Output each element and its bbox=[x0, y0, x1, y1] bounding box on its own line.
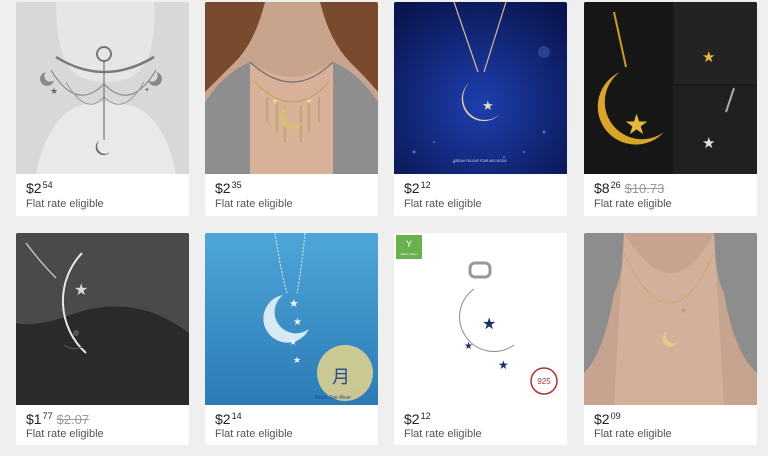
price-dollars: $2 bbox=[594, 411, 610, 427]
svg-text:★: ★ bbox=[498, 358, 509, 372]
stamp-925: 925 bbox=[537, 377, 551, 386]
product-card-1[interactable]: ★ ✦ $254 Flat rate eligible bbox=[16, 2, 189, 216]
price: $235 bbox=[215, 180, 242, 200]
product-card-5[interactable]: ★ $177 $2.07 Flat rate eligible bbox=[16, 233, 189, 445]
price-dollars: $2 bbox=[26, 180, 42, 196]
shipping-label: Flat rate eligible bbox=[404, 428, 482, 440]
price-cents: 09 bbox=[610, 411, 621, 421]
shipping-label: Flat rate eligible bbox=[594, 428, 672, 440]
svg-text:★: ★ bbox=[624, 109, 649, 140]
price-cents: 12 bbox=[420, 411, 431, 421]
shipping-label: Flat rate eligible bbox=[404, 198, 482, 210]
price-cents: 14 bbox=[231, 411, 242, 421]
svg-text:☾: ☾ bbox=[261, 90, 267, 98]
svg-text:★: ★ bbox=[271, 96, 279, 106]
svg-text:★: ★ bbox=[289, 337, 297, 347]
price-dollars: $2 bbox=[404, 411, 420, 427]
silver-charm-badge: Silver Charm bbox=[400, 252, 418, 256]
product-card-2[interactable]: ★ ★ ☾ $235 Flat rate eligible bbox=[205, 2, 378, 216]
price-dollars: $2 bbox=[215, 180, 231, 196]
choker-moon-necklace-image[interactable]: ★ ✦ bbox=[16, 2, 189, 174]
svg-text:★: ★ bbox=[50, 86, 58, 96]
svg-text:★: ★ bbox=[464, 341, 473, 352]
product-card-3[interactable]: ★ DREAM FALLING STAR AND MOON $212 Flat … bbox=[394, 2, 567, 216]
original-price: $2.07 bbox=[56, 412, 90, 427]
price: $212 bbox=[404, 180, 431, 200]
product-card-7[interactable]: Y Silver Charm ★ ★ ★ 925 $212 Flat rate … bbox=[394, 233, 567, 445]
svg-text:★: ★ bbox=[74, 282, 88, 299]
shipping-label: Flat rate eligible bbox=[215, 198, 293, 210]
price-cents: 77 bbox=[42, 411, 53, 421]
original-price: $10.73 bbox=[624, 181, 665, 196]
svg-text:✦: ✦ bbox=[144, 86, 150, 94]
product-card-4[interactable]: ★ ★ ★ $826 $10.73 Flat rate eligible bbox=[584, 2, 757, 216]
star-moon-tassel-necklace-image[interactable]: ★ ★ ☾ bbox=[205, 2, 378, 174]
svg-text:★: ★ bbox=[293, 355, 301, 365]
price-dollars: $8 bbox=[594, 180, 610, 196]
svg-text:Y: Y bbox=[406, 239, 412, 249]
price-cents: 12 bbox=[420, 180, 431, 190]
shipping-label: Flat rate eligible bbox=[26, 428, 104, 440]
svg-text:★: ★ bbox=[482, 98, 494, 113]
svg-text:★: ★ bbox=[680, 306, 687, 315]
price-cents: 35 bbox=[231, 180, 242, 190]
svg-text:★: ★ bbox=[702, 49, 715, 66]
price-cents: 54 bbox=[42, 180, 53, 190]
price-cents: 26 bbox=[610, 180, 621, 190]
moon-stars-necklace-blue-image[interactable]: ★ ★ ★ ★ 月 Moon Star River bbox=[205, 233, 378, 405]
shipping-label: Flat rate eligible bbox=[215, 428, 293, 440]
svg-text:★: ★ bbox=[482, 316, 496, 333]
silver-moon-face-necklace-image[interactable]: ★ bbox=[16, 233, 189, 405]
dainty-moon-star-necklace-image[interactable]: ★ bbox=[584, 233, 757, 405]
crescent-moon-pendant-blue-image[interactable]: ★ DREAM FALLING STAR AND MOON bbox=[394, 2, 567, 174]
shipping-label: Flat rate eligible bbox=[26, 198, 104, 210]
shipping-label: Flat rate eligible bbox=[594, 198, 672, 210]
svg-text:★: ★ bbox=[305, 96, 313, 106]
price-dollars: $2 bbox=[404, 180, 420, 196]
svg-text:★: ★ bbox=[289, 298, 299, 310]
price: $254 bbox=[26, 180, 53, 200]
gold-crescent-star-pendant-image[interactable]: ★ ★ ★ bbox=[584, 2, 757, 174]
pendant-caption: DREAM FALLING STAR AND MOON bbox=[454, 159, 508, 163]
price-dollars: $2 bbox=[215, 411, 231, 427]
price: $826 $10.73 bbox=[594, 180, 664, 200]
product-card-8[interactable]: ★ $209 Flat rate eligible bbox=[584, 233, 757, 445]
product-card-6[interactable]: ★ ★ ★ ★ 月 Moon Star River $214 Flat rate… bbox=[205, 233, 378, 445]
svg-text:★: ★ bbox=[702, 135, 715, 152]
svg-text:★: ★ bbox=[293, 317, 302, 328]
brand-script: Moon Star River bbox=[315, 395, 351, 401]
svg-text:月: 月 bbox=[332, 367, 350, 388]
moon-star-charm-925-image[interactable]: Y Silver Charm ★ ★ ★ 925 bbox=[394, 233, 567, 405]
price-dollars: $1 bbox=[26, 411, 42, 427]
